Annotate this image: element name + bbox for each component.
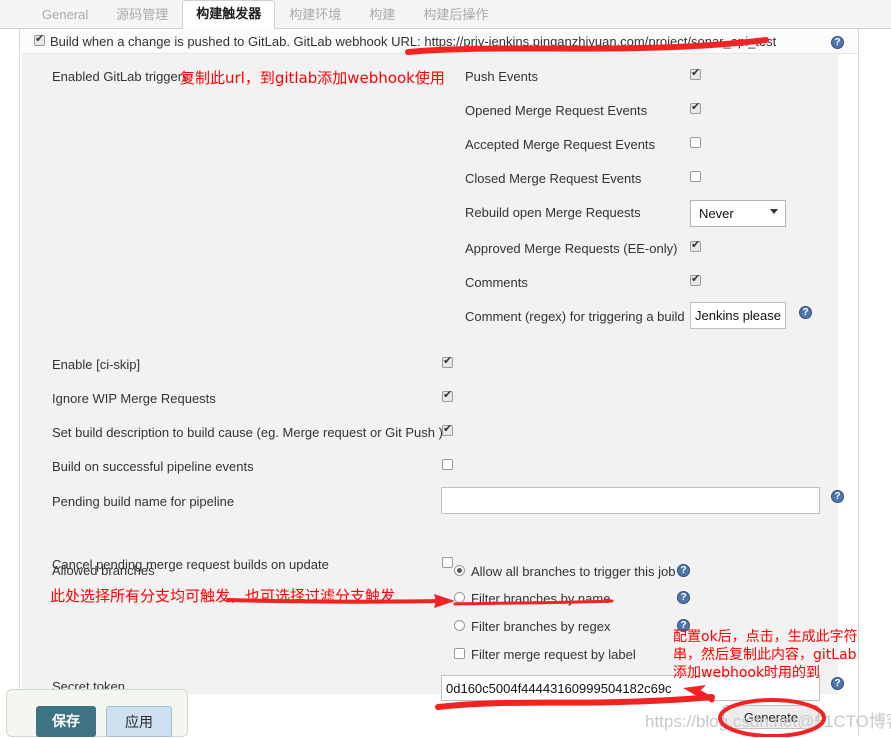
tab-general[interactable]: General [28,1,102,29]
radio-filter-by-regex[interactable] [454,620,465,631]
watermark: https://blog.csdn.net@51CTO博客 [645,712,891,731]
allow-all-branches-label: Allow all branches to trigger this job [471,564,676,579]
comments-label: Comments [465,275,528,290]
opened-mr-events-label: Opened Merge Request Events [465,103,648,118]
tab-build-environment[interactable]: 构建环境 [275,1,355,29]
help-icon-gitlab-trigger[interactable]: ? [831,36,844,49]
save-button[interactable]: 保存 [36,706,96,737]
opened-mr-events-checkbox[interactable] [690,100,701,114]
tab-build[interactable]: 构建 [355,1,409,29]
set-build-description-label: Set build description to build cause (eg… [52,425,443,440]
gitlab-trigger-label: Build when a change is pushed to GitLab.… [50,34,777,49]
pending-build-name-input[interactable] [441,487,820,514]
annotation-generate-line3: 添加webhook时用的到 [673,665,821,681]
help-icon-comment-regex[interactable]: ? [799,306,812,319]
radio-allow-all-branches[interactable] [454,565,465,576]
allowed-branches-label: Allowed branches [52,563,155,578]
form-right-divider [858,29,859,737]
filter-by-regex-label: Filter branches by regex [471,619,611,634]
closed-mr-events-label: Closed Merge Request Events [465,171,642,186]
rebuild-open-mr-select[interactable]: Never [690,200,786,227]
comment-regex-label: Comment (regex) for triggering a build [465,309,685,324]
chevron-down-icon [770,209,778,214]
gitlab-trigger-checkbox[interactable] [34,32,45,46]
tab-source-management[interactable]: 源码管理 [102,1,182,29]
enabled-triggers-label: Enabled GitLab triggers [52,69,189,84]
tab-list: General 源码管理 构建触发器 构建环境 构建 构建后操作 [0,0,891,30]
push-events-checkbox[interactable] [690,66,701,80]
rebuild-open-mr-value: Never [699,206,734,221]
pending-build-name-label: Pending build name for pipeline [52,494,235,509]
build-on-pipeline-label: Build on successful pipeline events [52,459,254,474]
ignore-wip-label: Ignore WIP Merge Requests [52,391,216,406]
help-icon-allow-all-branches[interactable]: ? [677,564,690,577]
annotation-generate-line1: 配置ok后，点击，生成此字符 [673,629,858,645]
checkbox-filter-mr-by-label[interactable] [454,648,465,659]
radio-filter-by-name[interactable] [454,592,465,603]
set-build-description-checkbox[interactable] [442,422,453,436]
help-icon-secret-token[interactable]: ? [831,677,844,690]
help-icon-pending-build[interactable]: ? [831,490,844,503]
filter-by-name-label: Filter branches by name [471,591,611,606]
approved-mr-label: Approved Merge Requests (EE-only) [465,241,678,256]
ignore-wip-checkbox[interactable] [442,388,453,402]
build-on-pipeline-checkbox[interactable] [442,459,453,470]
help-icon-filter-by-name[interactable]: ? [677,591,690,604]
comments-checkbox[interactable] [690,272,701,286]
closed-mr-events-checkbox[interactable] [690,171,701,182]
tab-build-triggers[interactable]: 构建触发器 [182,0,276,30]
accepted-mr-events-label: Accepted Merge Request Events [465,137,656,152]
filter-mr-by-label-label: Filter merge request by label [471,647,636,662]
comment-regex-input[interactable] [690,302,786,329]
push-events-label: Push Events [465,69,538,84]
gitlab-trigger-row: Build when a change is pushed to GitLab.… [22,30,858,54]
form-left-divider [19,29,20,729]
rebuild-open-mr-label: Rebuild open Merge Requests [465,205,641,220]
tab-post-build-actions[interactable]: 构建后操作 [409,1,502,29]
tab-bar: General 源码管理 构建触发器 构建环境 构建 构建后操作 [0,0,891,30]
annotation-copy-url: 复制此url，到gitlab添加webhook使用 [180,69,445,87]
enable-ci-skip-checkbox[interactable] [442,354,453,368]
annotation-generate-line2: 串，然后复制此内容，gitLab [673,647,857,663]
accepted-mr-events-checkbox[interactable] [690,137,701,148]
approved-mr-checkbox[interactable] [690,238,701,252]
enable-ci-skip-label: Enable [ci-skip] [52,357,141,372]
cancel-pending-checkbox[interactable] [442,557,453,568]
annotation-allowed-branches: 此处选择所有分支均可触发，也可选择过滤分支触发 [50,587,396,605]
apply-button[interactable]: 应用 [106,706,172,737]
